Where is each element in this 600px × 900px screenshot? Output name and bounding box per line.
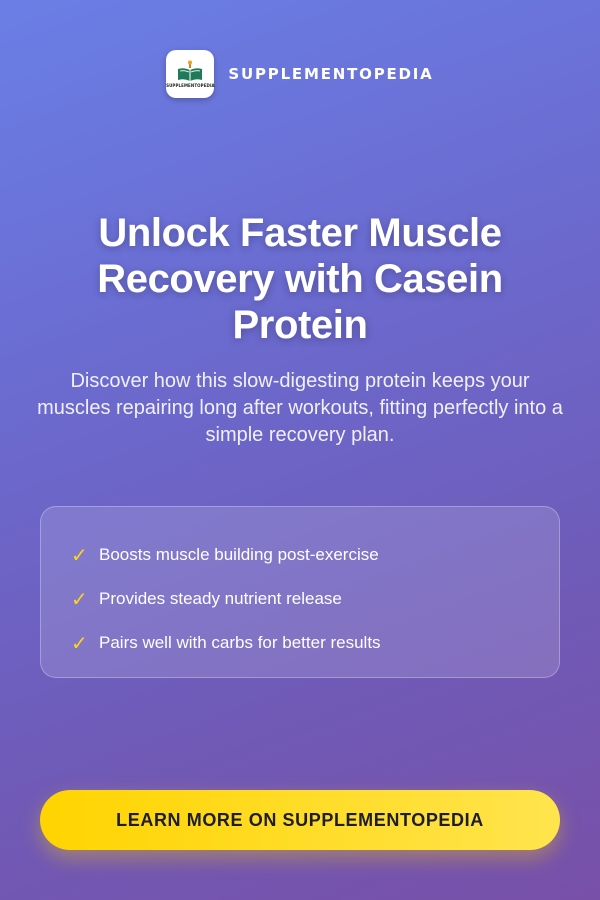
brand-name: SUPPLEMENTOPEDIA xyxy=(228,65,434,83)
open-book-icon xyxy=(178,60,203,81)
brand-logo: SUPPLEMENTOPEDIA xyxy=(166,50,215,98)
check-icon: ✓ xyxy=(71,588,88,611)
benefit-label: Boosts muscle building post-exercise xyxy=(99,545,379,564)
headline: Unlock Faster Muscle Recovery with Casei… xyxy=(97,211,503,347)
benefit-label: Provides steady nutrient release xyxy=(99,589,342,608)
brand-header: SUPPLEMENTOPEDIA SUPPLEMENTOPEDIA xyxy=(0,50,600,98)
benefit-item: ✓ Pairs well with carbs for better resul… xyxy=(71,621,559,665)
benefits-card: ✓ Boosts muscle building post-exercise ✓… xyxy=(40,506,560,678)
subtitle: Discover how this slow-digesting protein… xyxy=(37,370,563,446)
benefit-item: ✓ Provides steady nutrient release xyxy=(71,577,559,621)
check-icon: ✓ xyxy=(71,632,88,655)
learn-more-button[interactable]: LEARN MORE ON SUPPLEMENTOPEDIA xyxy=(40,790,560,850)
logo-text: SUPPLEMENTOPEDIA xyxy=(166,83,215,88)
benefit-item: ✓ Boosts muscle building post-exercise xyxy=(71,533,559,577)
benefit-label: Pairs well with carbs for better results xyxy=(99,633,381,652)
check-icon: ✓ xyxy=(71,544,88,567)
